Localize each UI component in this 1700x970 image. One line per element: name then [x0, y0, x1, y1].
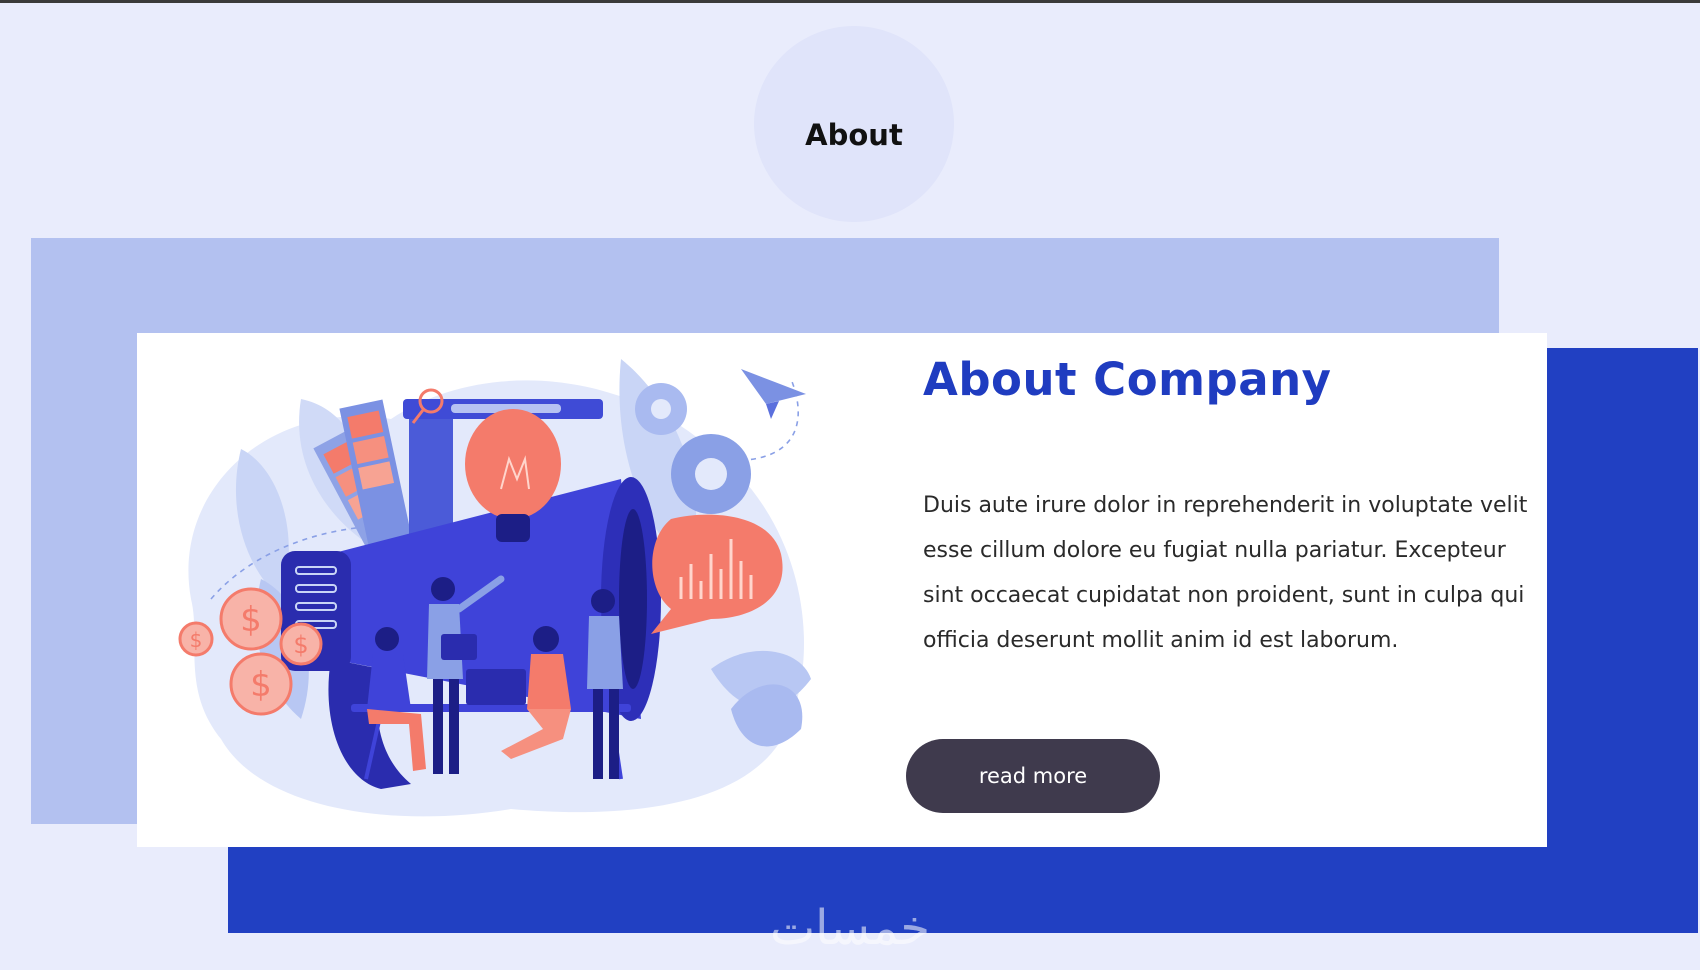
top-rule: [0, 0, 1700, 3]
svg-text:$: $: [293, 631, 308, 659]
team-marketing-illustration: $ $ $ $: [178, 359, 811, 817]
read-more-button[interactable]: read more: [906, 739, 1160, 813]
svg-text:$: $: [250, 665, 272, 705]
about-card: $ $ $ $ About Company Duis aute irure do…: [137, 333, 1547, 847]
section-heading: About: [805, 118, 903, 152]
watermark-logo: خمسات: [769, 900, 931, 956]
card-title: About Company: [923, 353, 1332, 406]
svg-text:$: $: [190, 628, 203, 652]
card-body-text: Duis aute irure dolor in reprehenderit i…: [923, 493, 1528, 653]
svg-text:$: $: [240, 600, 262, 640]
